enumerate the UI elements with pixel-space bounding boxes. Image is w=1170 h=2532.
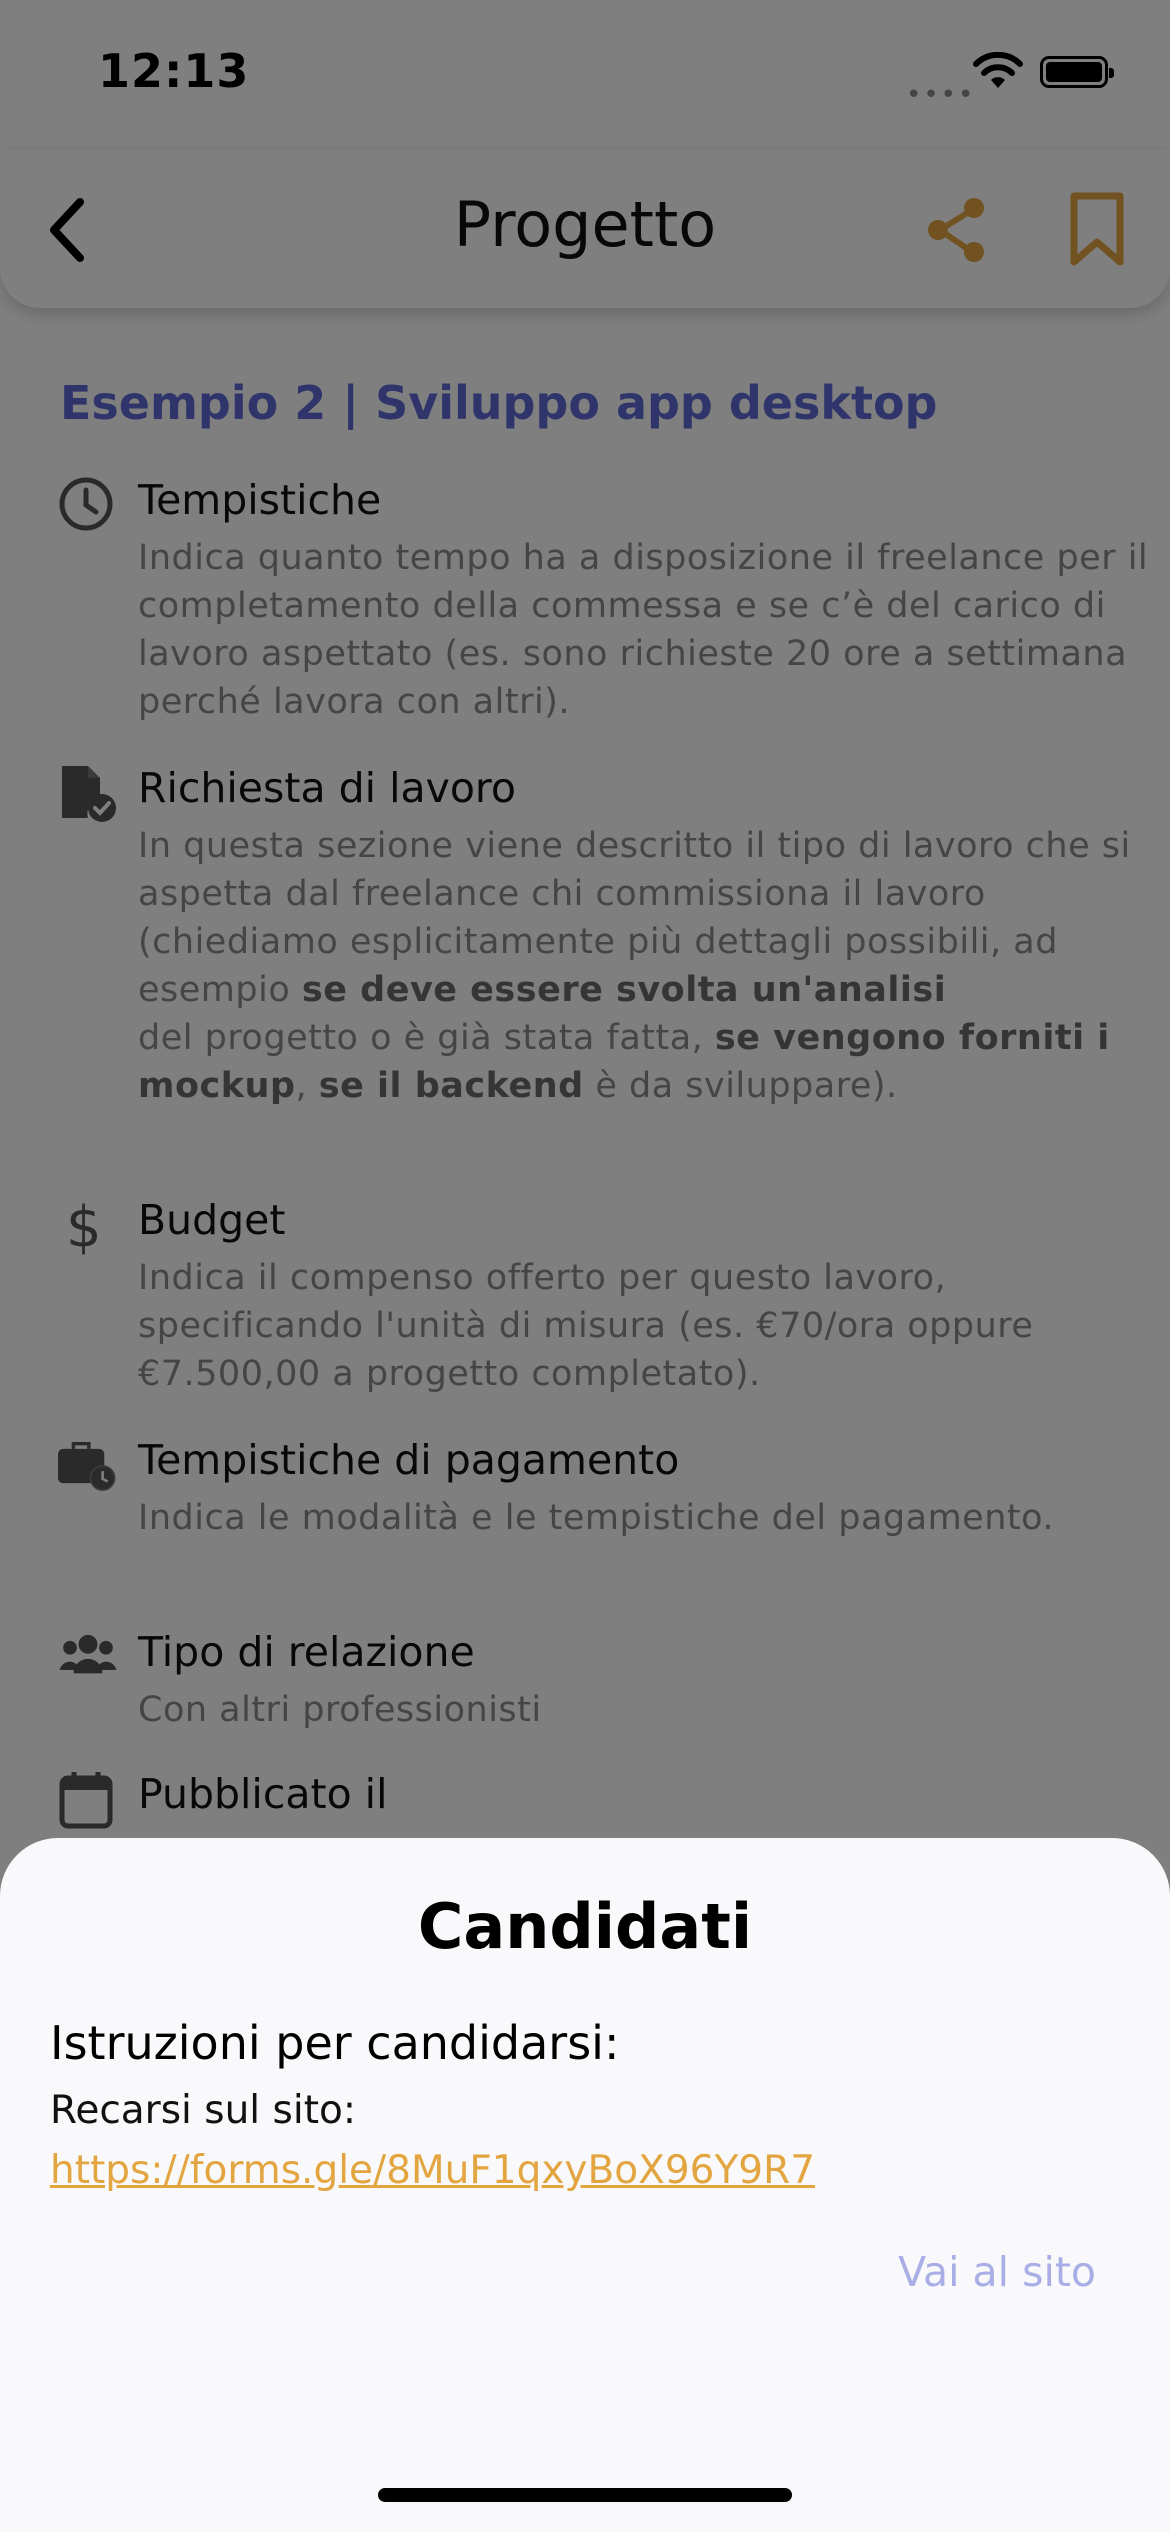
- apply-bottom-sheet: Candidati Istruzioni per candidarsi: Rec…: [0, 1838, 1170, 2532]
- go-to-site-button[interactable]: Vai al sito: [898, 2248, 1096, 2296]
- project-screen: 12:13 •••• Progetto Esempio 2 | Sviluppo: [0, 0, 1170, 2532]
- apply-instructions-label: Istruzioni per candidarsi:: [50, 2016, 620, 2070]
- apply-link[interactable]: https://forms.gle/8MuF1qxyBoX96Y9R7: [50, 2148, 815, 2193]
- home-indicator[interactable]: [378, 2488, 792, 2502]
- apply-subtitle: Recarsi sul sito:: [50, 2088, 356, 2133]
- sheet-title: Candidati: [417, 1890, 753, 1963]
